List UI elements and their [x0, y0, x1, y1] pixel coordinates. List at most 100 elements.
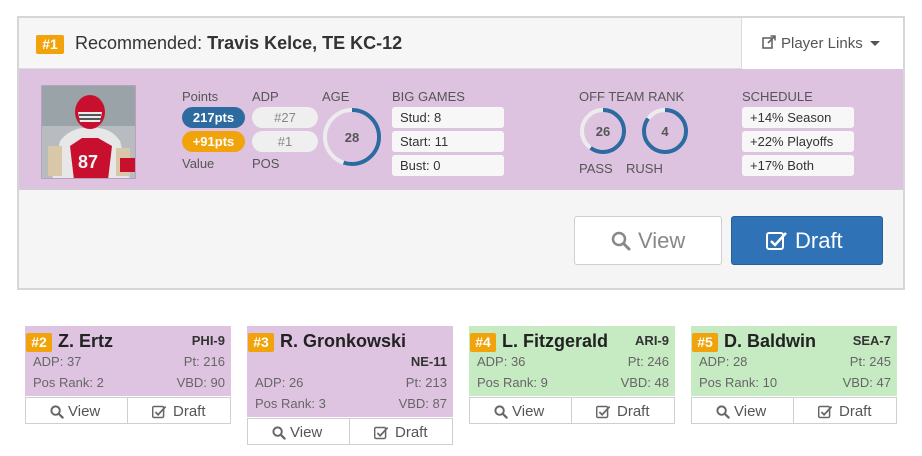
player-vbd: VBD: 48	[620, 375, 669, 390]
player-points: Pt: 245	[849, 354, 891, 369]
check-square-icon	[596, 405, 611, 419]
player-photo-image: 87	[42, 86, 135, 178]
age-value: 28	[345, 130, 359, 145]
view-button[interactable]: View	[691, 397, 794, 424]
off-team-rank-label: OFF TEAM RANK	[579, 89, 685, 104]
big-games-label: BIG GAMES	[392, 89, 465, 104]
view-button[interactable]: View	[469, 397, 572, 424]
rank-badge: #5	[692, 333, 718, 352]
player-points: Pt: 216	[183, 354, 225, 369]
player-name: R. Gronkowski	[280, 331, 407, 351]
pass-rank-value: 26	[596, 124, 610, 139]
rush-label: RUSH	[626, 161, 663, 176]
player-name: D. Baldwin	[724, 331, 817, 351]
player-links-dropdown[interactable]: Player Links	[741, 18, 903, 69]
search-icon	[50, 405, 64, 419]
rank-badge: #3	[248, 333, 274, 352]
schedule-season: +14% Season	[742, 107, 854, 128]
draft-button-label: Draft	[395, 424, 428, 441]
view-button-label: View	[512, 403, 545, 420]
points-pill: 217pts	[182, 107, 245, 128]
player-vbd: VBD: 90	[176, 375, 225, 390]
player-pos-rank: Pos Rank: 2	[33, 375, 104, 390]
player-points: Pt: 246	[627, 354, 669, 369]
value-pill: +91pts	[182, 131, 245, 152]
player-name: Z. Ertz	[58, 331, 114, 351]
schedule-label: SCHEDULE	[742, 89, 813, 104]
draft-button[interactable]: Draft	[731, 216, 883, 265]
view-button-label: View	[68, 403, 101, 420]
caret-down-icon	[870, 41, 880, 46]
player-card-panel: #3 R. Gronkowski NE-11 ADP: 26 Pt: 213 P…	[247, 326, 453, 417]
search-icon	[272, 426, 286, 440]
rank-badge: #4	[470, 333, 496, 352]
player-adp: ADP: 36	[477, 354, 526, 369]
check-square-icon	[374, 426, 389, 440]
svg-text:87: 87	[78, 152, 98, 172]
player-links-label: Player Links	[781, 35, 863, 52]
player-card-panel: #4 L. Fitzgerald ARI-9 ADP: 36 Pt: 246 P…	[469, 326, 675, 396]
player-adp: ADP: 37	[33, 354, 82, 369]
draft-button-label: Draft	[839, 403, 872, 420]
player-team: PHI-9	[191, 333, 225, 348]
adp-pill: #27	[252, 107, 318, 128]
draft-button-label: Draft	[617, 403, 650, 420]
check-square-icon	[152, 405, 167, 419]
recommended-player-name: Travis Kelce, TE KC-12	[207, 33, 403, 53]
big-games-stud: Stud: 8	[392, 107, 504, 128]
player-pos-rank: Pos Rank: 10	[699, 375, 778, 390]
draft-button[interactable]: Draft	[793, 397, 897, 424]
search-icon	[716, 405, 730, 419]
draft-button[interactable]: Draft	[349, 418, 453, 445]
draft-button-label: Draft	[173, 403, 206, 420]
pos-pill: #1	[252, 131, 318, 152]
player-team: SEA-7	[852, 333, 891, 348]
player-points: Pt: 213	[405, 375, 447, 390]
recommended-card: #1 Recommended: Travis Kelce, TE KC-12 P…	[17, 16, 905, 290]
check-square-icon	[766, 232, 787, 250]
rush-rank-ring: 4	[642, 108, 688, 154]
player-card-panel: #5 D. Baldwin SEA-7 ADP: 28 Pt: 245 Pos …	[691, 326, 897, 396]
search-icon	[611, 231, 631, 251]
draft-button[interactable]: Draft	[127, 397, 231, 424]
recommended-header: #1 Recommended: Travis Kelce, TE KC-12 P…	[19, 18, 903, 69]
player-name: L. Fitzgerald	[502, 331, 609, 351]
player-pos-rank: Pos Rank: 9	[477, 375, 548, 390]
player-vbd: VBD: 47	[842, 375, 891, 390]
player-team: ARI-9	[635, 333, 669, 348]
search-icon	[494, 405, 508, 419]
view-button-label: View	[734, 403, 767, 420]
pos-label: POS	[252, 156, 280, 171]
recommended-title: Recommended: Travis Kelce, TE KC-12	[75, 33, 402, 54]
rank-badge: #1	[36, 35, 64, 54]
view-button[interactable]: View	[247, 418, 350, 445]
pass-label: PASS	[579, 161, 613, 176]
age-ring: 28	[323, 108, 381, 166]
adp-label: ADP	[252, 89, 279, 104]
player-adp: ADP: 28	[699, 354, 748, 369]
view-button-label: View	[290, 424, 323, 441]
rush-rank-value: 4	[661, 124, 669, 139]
check-square-icon	[818, 405, 833, 419]
value-label: Value	[182, 156, 215, 171]
age-label: AGE	[322, 89, 350, 104]
recommended-actions: View Draft	[19, 190, 903, 288]
player-card: #2 Z. Ertz PHI-9 ADP: 37 Pt: 216 Pos Ran…	[25, 326, 231, 424]
draft-button[interactable]: Draft	[571, 397, 675, 424]
recommended-prefix: Recommended:	[75, 33, 203, 53]
player-adp: ADP: 26	[255, 375, 304, 390]
player-card: #4 L. Fitzgerald ARI-9 ADP: 36 Pt: 246 P…	[469, 326, 675, 424]
view-button[interactable]: View	[25, 397, 128, 424]
view-button-label: View	[638, 228, 686, 253]
player-card-panel: #2 Z. Ertz PHI-9 ADP: 37 Pt: 216 Pos Ran…	[25, 326, 231, 396]
player-pos-rank: Pos Rank: 3	[255, 396, 326, 411]
big-games-bust: Bust: 0	[392, 155, 504, 176]
schedule-playoffs: +22% Playoffs	[742, 131, 854, 152]
draft-button-label: Draft	[795, 228, 843, 253]
external-link-icon	[762, 35, 776, 49]
pass-rank-ring: 26	[580, 108, 626, 154]
view-button[interactable]: View	[574, 216, 722, 265]
player-photo: 87	[41, 85, 136, 179]
points-label: Points	[182, 89, 219, 104]
player-team: NE-11	[410, 354, 447, 369]
